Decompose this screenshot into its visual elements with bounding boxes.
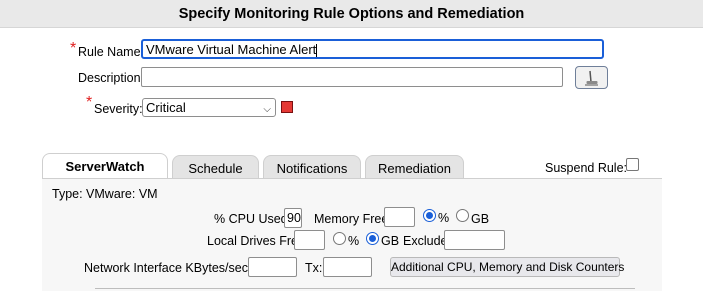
memory-unit-gb-radio[interactable]: [456, 209, 469, 222]
tab-label: Schedule: [188, 161, 243, 176]
page-title: Specify Monitoring Rule Options and Reme…: [178, 6, 525, 22]
memory-unit-percent-label: %: [438, 211, 450, 225]
cpu-used-input[interactable]: 90: [284, 208, 302, 228]
tab-label: Notifications: [276, 161, 348, 176]
tx-label: Tx:: [305, 261, 323, 275]
rx-input[interactable]: [248, 257, 297, 277]
suspend-rule-checkbox[interactable]: [626, 158, 639, 171]
suspend-rule-label: Suspend Rule:: [545, 161, 628, 175]
tab-label: ServerWatch: [65, 159, 145, 174]
memory-unit-gb-label: GB: [471, 212, 490, 226]
cpu-used-value: 90: [287, 211, 301, 225]
divider: [95, 288, 635, 289]
severity-label: Severity:: [94, 102, 143, 116]
tab-serverwatch[interactable]: ServerWatch: [42, 153, 168, 181]
exclude-input[interactable]: [444, 230, 505, 250]
edit-description-button[interactable]: [575, 66, 608, 89]
drives-unit-percent-radio[interactable]: [333, 232, 346, 245]
rule-name-label: Rule Name:: [78, 45, 144, 59]
drives-unit-gb-radio[interactable]: [366, 232, 379, 245]
memory-free-label: Memory Free:: [314, 212, 392, 226]
chevron-down-icon: ⌵: [263, 104, 271, 115]
type-text: Type: VMware: VM: [52, 187, 158, 201]
additional-counters-label: Additional CPU, Memory and Disk Counters: [391, 260, 625, 274]
rule-name-input[interactable]: VMware Virtual Machine Alert: [141, 39, 604, 59]
required-marker: *: [70, 40, 77, 57]
drives-unit-gb-label: GB: [381, 234, 400, 248]
cpu-used-label: % CPU Used:: [214, 212, 292, 226]
description-input[interactable]: [141, 67, 563, 87]
description-label: Description:: [78, 71, 144, 85]
severity-value: Critical: [146, 100, 186, 115]
severity-select[interactable]: Critical ⌵: [142, 98, 276, 117]
pen-icon: [585, 70, 598, 86]
additional-counters-button[interactable]: Additional CPU, Memory and Disk Counters: [390, 257, 624, 277]
network-interface-label: Network Interface KBytes/sec, Rx:: [84, 261, 274, 275]
drives-unit-percent-label: %: [348, 234, 360, 248]
memory-unit-percent-radio[interactable]: [423, 209, 436, 222]
severity-color-swatch: [281, 101, 293, 113]
tab-label: Remediation: [378, 161, 451, 176]
text-caret: [316, 44, 318, 57]
rule-name-value: VMware Virtual Machine Alert: [146, 42, 317, 57]
tx-input[interactable]: [323, 257, 372, 277]
local-drives-free-input[interactable]: [294, 230, 325, 250]
required-marker: *: [86, 94, 93, 111]
page-header: Specify Monitoring Rule Options and Reme…: [0, 0, 703, 28]
memory-free-input[interactable]: [384, 207, 415, 227]
